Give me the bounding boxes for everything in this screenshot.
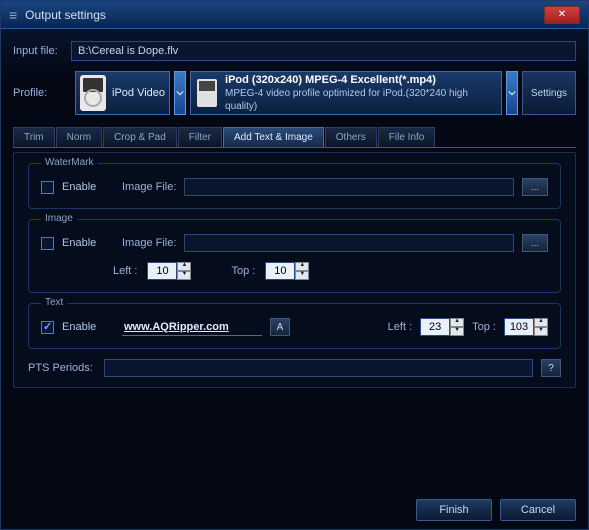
image-enable-checkbox[interactable] [41,237,54,250]
titlebar: ≡ Output settings ✕ [1,1,588,29]
text-left-input[interactable] [420,318,450,336]
ipod-preset-icon [197,79,217,107]
profile-preset-dropdown[interactable] [506,71,518,115]
image-left-down[interactable]: ▼ [177,271,191,280]
footer-buttons: Finish Cancel [416,499,576,521]
tab-trim[interactable]: Trim [13,127,55,147]
image-imagefile-field[interactable] [184,234,514,252]
pts-input[interactable] [104,359,533,377]
output-settings-window: ≡ Output settings ✕ Input file: Profile:… [0,0,589,530]
cancel-button[interactable]: Cancel [500,499,576,521]
profile-preset-text: iPod (320x240) MPEG-4 Excellent(*.mp4) M… [225,73,495,113]
profile-category-text: iPod Video [112,87,165,99]
profile-category-dropdown[interactable] [174,71,186,115]
text-enable-checkbox[interactable] [41,321,54,334]
preset-title: iPod (320x240) MPEG-4 Excellent(*.mp4) [225,73,495,87]
image-row: Enable Image File: ... [41,234,548,252]
text-top-label: Top : [472,321,496,333]
finish-button[interactable]: Finish [416,499,492,521]
input-file-label: Input file: [13,45,71,57]
watermark-imagefile-label: Image File: [122,181,176,193]
watermark-group: WaterMark Enable Image File: ... [28,163,561,209]
text-top-down[interactable]: ▼ [534,327,548,336]
content-area: Input file: Profile: iPod Video iPod (32… [1,29,588,400]
tab-filter[interactable]: Filter [178,127,222,147]
image-group: Image Enable Image File: ... Left : ▲ ▼ [28,219,561,293]
tab-panel: WaterMark Enable Image File: ... Image E… [13,152,576,388]
profile-category-box: iPod Video [75,71,170,115]
watermark-row: Enable Image File: ... [41,178,548,196]
pts-help-button[interactable]: ? [541,359,561,377]
window-title: Output settings [25,8,544,22]
text-left-label: Left : [388,321,412,333]
profile-row: Profile: iPod Video iPod (320x240) MPEG-… [13,71,576,115]
text-enable-label: Enable [62,321,114,333]
pts-label: PTS Periods: [28,362,96,374]
input-file-row: Input file: [13,41,576,61]
font-button[interactable]: A [270,318,290,336]
tab-file-info[interactable]: File Info [378,127,436,147]
watermark-enable-checkbox[interactable] [41,181,54,194]
image-position-row: Left : ▲ ▼ Top : ▲ ▼ [41,262,548,280]
tab-others[interactable]: Others [325,127,377,147]
watermark-browse-button[interactable]: ... [522,178,548,196]
image-left-up[interactable]: ▲ [177,262,191,271]
image-top-up[interactable]: ▲ [295,262,309,271]
watermark-enable-label: Enable [62,181,114,193]
image-top-spinner: ▲ ▼ [265,262,309,280]
settings-button[interactable]: Settings [522,71,576,115]
tab-crop-pad[interactable]: Crop & Pad [103,127,177,147]
profile-label: Profile: [13,87,71,99]
input-file-field[interactable] [71,41,576,61]
text-left-spinner: ▲ ▼ [420,318,464,336]
text-top-spinner: ▲ ▼ [504,318,548,336]
image-browse-button[interactable]: ... [522,234,548,252]
image-top-input[interactable] [265,262,295,280]
text-value-input[interactable] [122,318,262,336]
close-button[interactable]: ✕ [544,6,580,24]
preset-description: MPEG-4 video profile optimized for iPod.… [225,87,495,113]
text-row: Enable A Left : ▲ ▼ Top : [41,318,548,336]
text-top-up[interactable]: ▲ [534,318,548,327]
menu-icon[interactable]: ≡ [9,7,17,23]
watermark-legend: WaterMark [41,157,98,168]
text-legend: Text [41,297,67,308]
ipod-icon [80,75,106,111]
image-legend: Image [41,213,77,224]
image-left-spinner: ▲ ▼ [147,262,191,280]
text-top-input[interactable] [504,318,534,336]
image-top-down[interactable]: ▼ [295,271,309,280]
image-left-label: Left : [113,265,137,277]
tab-add-text-image[interactable]: Add Text & Image [223,127,324,147]
text-group: Text Enable A Left : ▲ ▼ Top [28,303,561,349]
pts-row: PTS Periods: ? [28,359,561,377]
image-enable-label: Enable [62,237,114,249]
profile-preset-box: iPod (320x240) MPEG-4 Excellent(*.mp4) M… [190,71,502,115]
watermark-imagefile-field[interactable] [184,178,514,196]
image-left-input[interactable] [147,262,177,280]
tabs-bar: Trim Norm Crop & Pad Filter Add Text & I… [13,127,576,148]
image-imagefile-label: Image File: [122,237,176,249]
text-left-up[interactable]: ▲ [450,318,464,327]
tab-norm[interactable]: Norm [56,127,102,147]
text-left-down[interactable]: ▼ [450,327,464,336]
image-top-label: Top : [231,265,255,277]
